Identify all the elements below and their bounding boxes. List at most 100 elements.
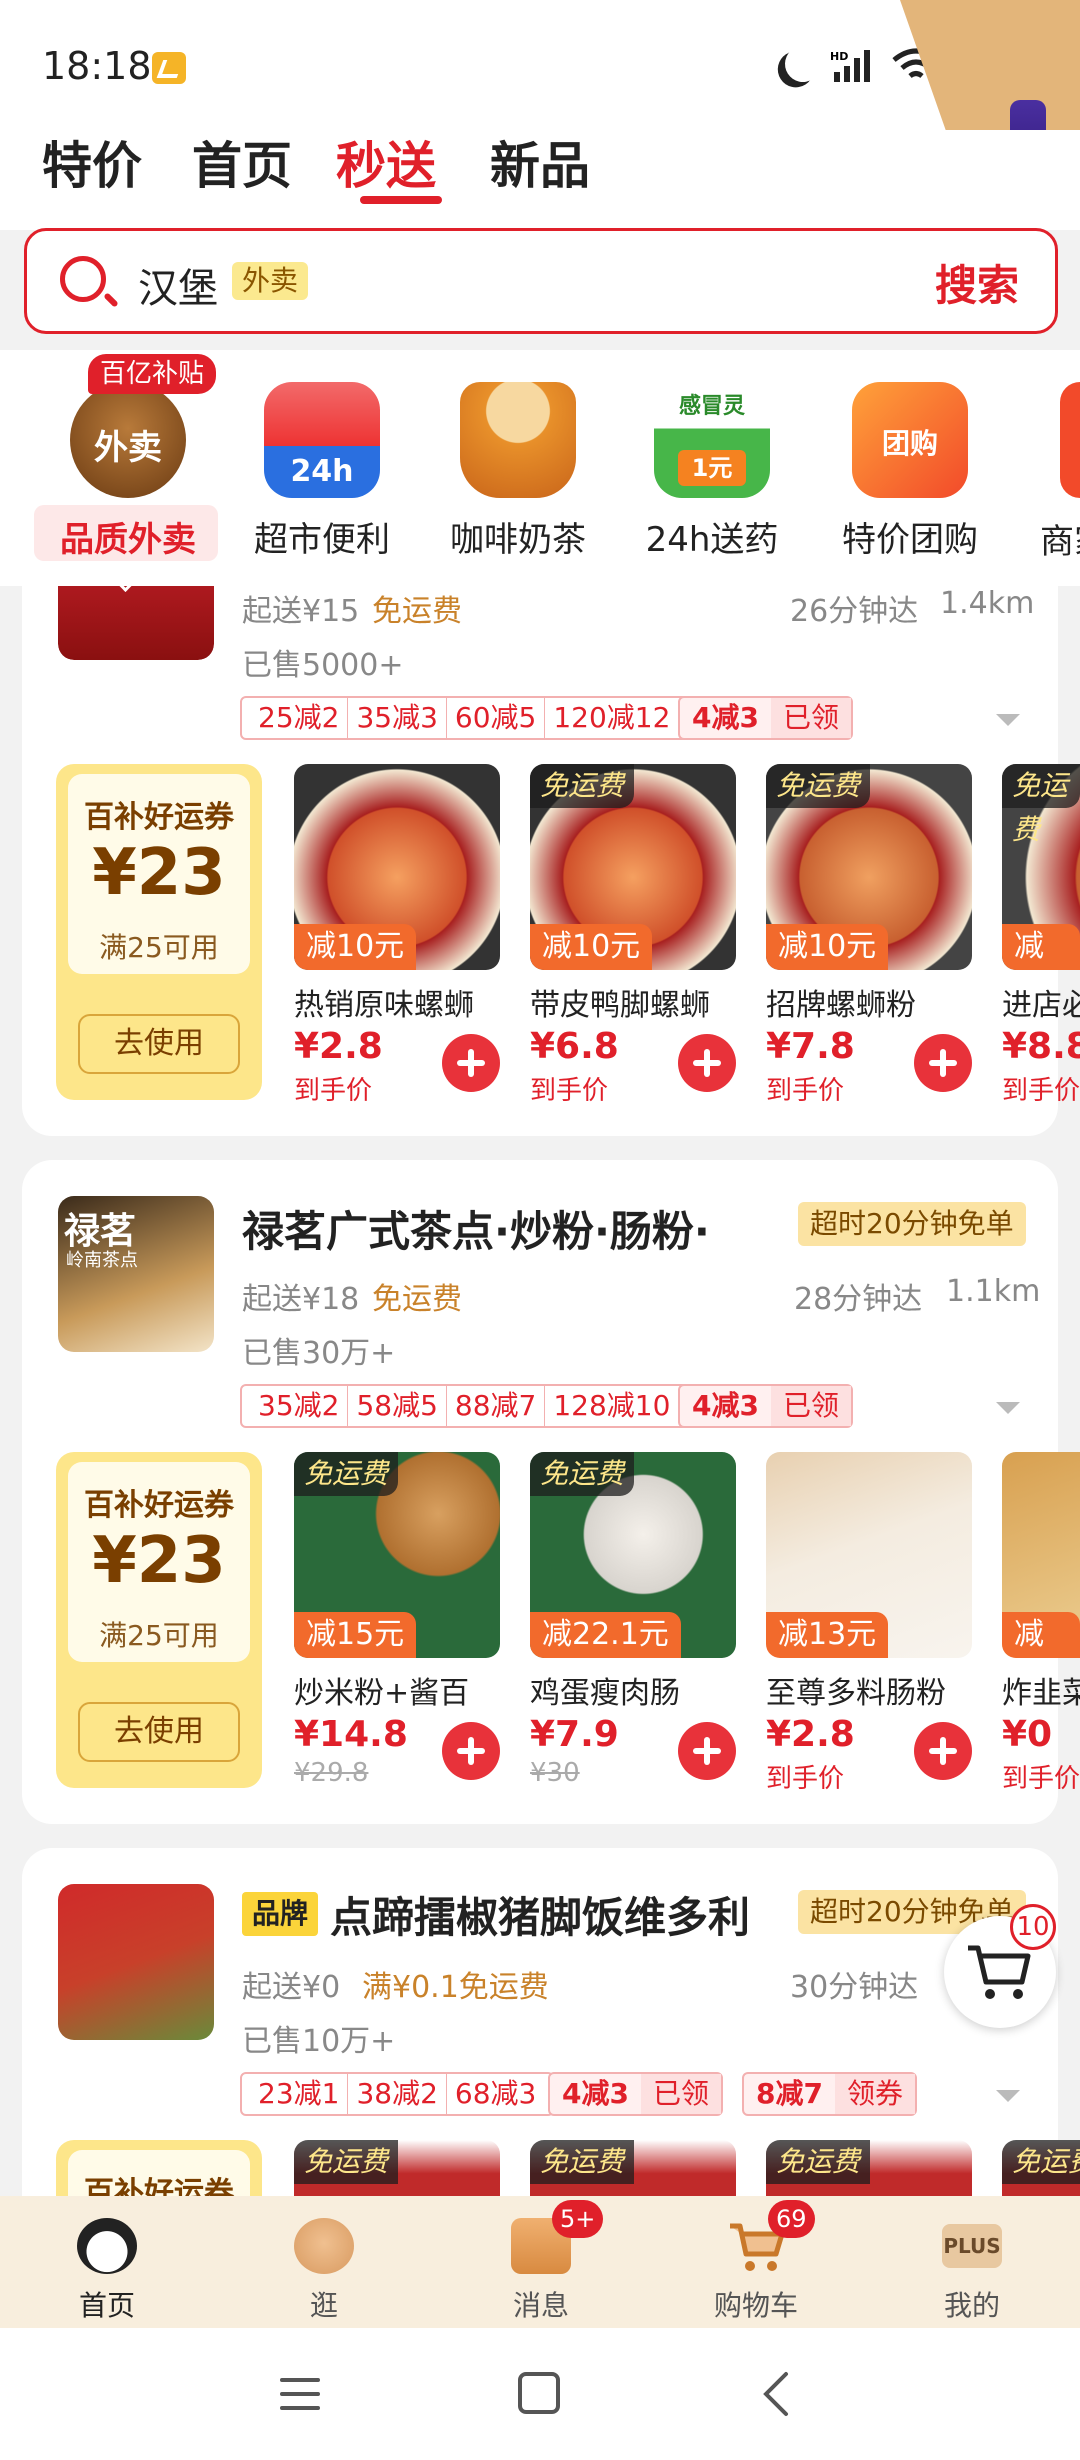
- product-name: 至尊多料肠粉: [766, 1676, 946, 1711]
- menu-icon[interactable]: [278, 2374, 322, 2414]
- search-icon: [60, 256, 106, 302]
- store-name[interactable]: 点蹄擂椒猪脚饭维多利: [330, 1884, 770, 1945]
- product-item[interactable]: 免运费 减10 进店必 ¥8.8 到手价: [1002, 764, 1080, 1104]
- coupon-status: 领券: [834, 2074, 915, 2114]
- coupon-status: 已领: [640, 2074, 721, 2114]
- cart-count-badge: 10: [1010, 1904, 1056, 1950]
- coupon-status: 已领: [770, 1386, 851, 1426]
- discount-tier: 23减1: [250, 2074, 349, 2114]
- category-icon-text: 24h: [290, 454, 354, 489]
- messages-badge: 5+: [552, 2200, 604, 2238]
- add-to-cart-button[interactable]: [914, 1034, 972, 1092]
- nav-label: 首页: [78, 2289, 135, 2322]
- product-item[interactable]: 免运费 减22.1元 鸡蛋瘦肉肠 ¥7.9 ¥30: [530, 1452, 740, 1792]
- category-label: 24h送药: [645, 520, 779, 560]
- cart-badge: 69: [768, 2200, 815, 2238]
- store-coupon[interactable]: 4减3 已领: [548, 2072, 723, 2116]
- tab-home[interactable]: 首页: [192, 126, 292, 198]
- store-24h-icon: 24h: [264, 382, 380, 498]
- store-coupon[interactable]: 4减3 已领: [678, 1384, 853, 1428]
- coupon-offer: 4减3: [562, 2077, 629, 2110]
- add-to-cart-button[interactable]: [678, 1722, 736, 1780]
- product-item[interactable]: 免运费 减10元 带皮鸭脚螺蛳 ¥6.8 到手价: [530, 764, 740, 1106]
- delivery-fee: 免运费: [372, 594, 462, 629]
- tab-new[interactable]: 新品: [490, 126, 590, 198]
- status-time: 18:18: [42, 44, 152, 88]
- nav-browse[interactable]: 逛: [249, 2208, 399, 2328]
- medicine-box-icon: 感冒灵 1元: [654, 382, 770, 498]
- home-mascot-icon: [77, 2218, 137, 2274]
- subsidy-badge: 百亿补贴: [88, 354, 217, 394]
- voucher-card[interactable]: 百补好运券: [56, 2140, 262, 2196]
- store-coupon[interactable]: 4减3 已领: [678, 696, 853, 740]
- discount-tier: 35减2: [250, 1386, 349, 1426]
- add-to-cart-button[interactable]: [678, 1034, 736, 1092]
- sold-count: 已售30万+: [242, 1336, 396, 1371]
- discount-tier: 128减10: [553, 1389, 671, 1422]
- product-price: ¥14.8: [294, 1714, 408, 1755]
- delivery-eta: 30分钟达: [790, 1970, 919, 2005]
- product-price: ¥6.8: [530, 1026, 619, 1067]
- tab-deals[interactable]: 特价: [42, 126, 142, 198]
- min-order: 起送¥18: [242, 1282, 360, 1317]
- coffee-cup-icon: [460, 382, 576, 498]
- product-image[interactable]: 免运费: [766, 2140, 972, 2196]
- product-discount: 减10元: [766, 924, 889, 970]
- voucher-card[interactable]: 百补好运券 ¥23 满25可用 去使用: [56, 1452, 262, 1788]
- use-voucher-button[interactable]: 去使用: [78, 1014, 240, 1074]
- product-price: ¥8.8: [1002, 1026, 1080, 1067]
- category-supermarket[interactable]: 24h 超市便利: [222, 352, 422, 582]
- product-price: ¥0: [1002, 1714, 1053, 1755]
- expand-promos-icon[interactable]: [996, 2090, 1020, 2102]
- category-pharmacy-24h[interactable]: 感冒灵 1元 24h送药: [612, 352, 812, 582]
- product-name: 炸韭菜: [1002, 1676, 1080, 1711]
- discount-tier: 35减3: [348, 698, 447, 738]
- nav-profile[interactable]: PLUS 我的: [897, 2208, 1047, 2328]
- expand-promos-icon[interactable]: [996, 1402, 1020, 1414]
- store-name[interactable]: 禄茗广式茶点·炒粉·肠粉·: [242, 1198, 742, 1259]
- nav-home[interactable]: 首页: [32, 2208, 182, 2328]
- merchant-icon: [1060, 382, 1080, 498]
- active-tab-indicator: [360, 196, 442, 204]
- product-item[interactable]: 减10元 热销原味螺蛳 ¥2.8 到手价: [294, 764, 504, 1106]
- home-square-icon[interactable]: [518, 2372, 560, 2414]
- category-group-buy[interactable]: 团购 特价团购: [810, 352, 1010, 582]
- add-to-cart-button[interactable]: [914, 1722, 972, 1780]
- category-merchant-label[interactable]: 商家: [1040, 514, 1080, 563]
- product-image[interactable]: 免运费: [294, 2140, 500, 2196]
- back-icon[interactable]: [760, 2370, 790, 2418]
- network-type: HD: [830, 50, 848, 63]
- expand-promos-icon[interactable]: [996, 714, 1020, 726]
- product-item[interactable]: 免运费 减15元 炒米粉+酱百 ¥14.8 ¥29.8: [294, 1452, 504, 1792]
- category-label: 咖啡奶茶: [450, 520, 586, 560]
- product-name: 鸡蛋瘦肉肠: [530, 1676, 680, 1711]
- price-note: 到手价: [1002, 1764, 1080, 1792]
- add-to-cart-button[interactable]: [442, 1722, 500, 1780]
- product-image[interactable]: 免运费: [1002, 2140, 1080, 2196]
- distance: 1.4km: [940, 586, 1035, 621]
- tab-instant-delivery[interactable]: 秒送: [336, 126, 436, 198]
- notes-app-icon: [152, 52, 186, 84]
- min-order: 起送¥0: [242, 1970, 341, 2005]
- voucher-amount: ¥23: [92, 1524, 226, 1598]
- brand-badge: 品牌: [242, 1892, 319, 1936]
- search-button[interactable]: 搜索: [935, 252, 1019, 313]
- category-coffee-tea[interactable]: 咖啡奶茶: [418, 352, 618, 582]
- original-price: ¥29.8: [294, 1758, 369, 1788]
- search-input[interactable]: 汉堡: [138, 256, 218, 314]
- product-discount: 减10: [1002, 924, 1080, 1010]
- product-image[interactable]: 免运费: [530, 2140, 736, 2196]
- product-name: 炒米粉+酱百: [294, 1676, 470, 1711]
- signal-icon: HD: [830, 50, 870, 82]
- product-item[interactable]: 减13元 至尊多料肠粉 ¥2.8 到手价: [766, 1452, 976, 1794]
- sold-count: 已售5000+: [242, 648, 404, 683]
- product-name: 招牌螺蛳粉: [766, 988, 916, 1023]
- product-item[interactable]: 免运费 减10元 招牌螺蛳粉 ¥7.8 到手价: [766, 764, 976, 1106]
- min-order: 起送¥15: [242, 594, 360, 629]
- product-item[interactable]: 减12 炸韭菜 ¥0 到手价: [1002, 1452, 1080, 1792]
- product-discount: 减12: [1002, 1612, 1080, 1698]
- voucher-card[interactable]: 百补好运券 ¥23 满25可用 去使用: [56, 764, 262, 1100]
- add-to-cart-button[interactable]: [442, 1034, 500, 1092]
- use-voucher-button[interactable]: 去使用: [78, 1702, 240, 1762]
- store-coupon-2[interactable]: 8减7 领券: [742, 2072, 917, 2116]
